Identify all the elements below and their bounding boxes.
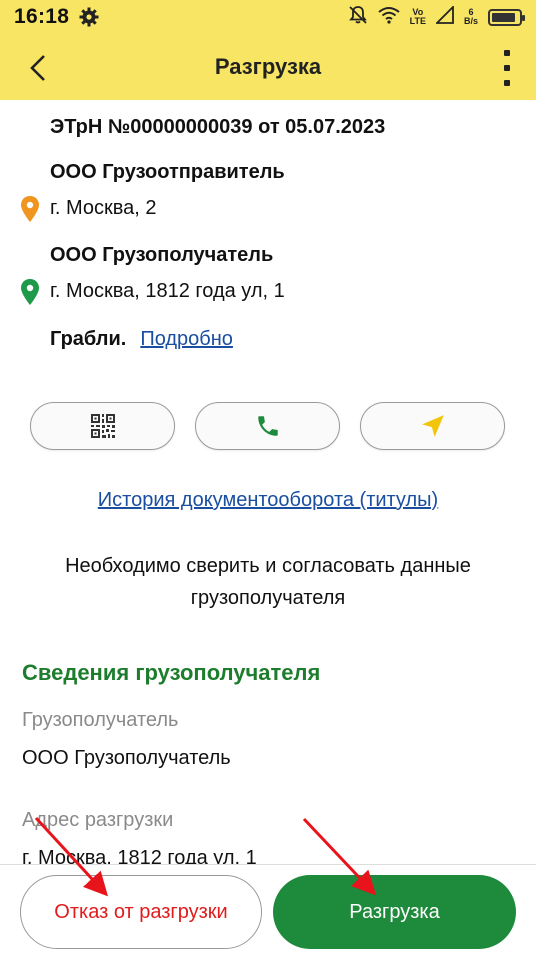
status-time: 16:18 — [14, 5, 70, 28]
sender-name: ООО Грузоотправитель — [50, 161, 285, 183]
more-menu-button[interactable] — [500, 50, 514, 86]
receiver-address: г. Москва, 1812 года ул, 1 — [50, 280, 285, 302]
cargo-name: Грабли. — [50, 328, 127, 350]
signal-icon — [434, 4, 454, 29]
chevron-left-icon — [30, 55, 45, 81]
app-bar: Разгрузка — [0, 34, 536, 100]
settings-gear-icon — [79, 7, 99, 27]
call-button[interactable] — [195, 402, 340, 450]
main-content[interactable]: ЭТрН №00000000039 от 05.07.2023 ООО Груз… — [0, 100, 536, 864]
network-type: Vo LTE — [409, 7, 426, 26]
section-title: Сведения грузополучателя — [22, 660, 321, 685]
document-title: ЭТрН №00000000039 от 05.07.2023 — [50, 116, 386, 138]
notice-text: Необходимо сверить и согласовать данные … — [65, 555, 471, 609]
history-link-wrap: История документооборота (титулы) — [0, 489, 536, 512]
navigation-arrow-icon — [421, 415, 444, 437]
qr-code-icon — [90, 414, 115, 438]
navigate-button[interactable] — [360, 402, 505, 450]
refuse-unloading-button[interactable]: Отказ от разгрузки — [20, 875, 262, 949]
consignee-label: Грузополучатель — [22, 709, 179, 731]
status-bar: 16:18 Vo LTE 6 B/s — [0, 0, 536, 34]
qr-code-button[interactable] — [30, 402, 175, 450]
wifi-icon — [378, 6, 400, 29]
unload-address-value: г. Москва, 1812 года ул, 1 — [22, 847, 257, 864]
back-button[interactable] — [22, 52, 54, 84]
more-vertical-icon — [504, 50, 510, 56]
mute-bell-icon — [348, 5, 368, 30]
network-speed: 6 B/s — [463, 7, 478, 26]
sender-location-pin-icon — [21, 196, 39, 222]
phone-icon — [257, 416, 278, 436]
bottom-action-bar: Отказ от разгрузки Разгрузка — [0, 864, 536, 954]
unload-address-label: Адрес разгрузки — [22, 809, 174, 831]
battery-icon — [488, 8, 525, 26]
cargo-details-link[interactable]: Подробно — [140, 328, 233, 351]
unload-button[interactable]: Разгрузка — [273, 875, 516, 949]
document-history-link[interactable]: История документооборота (титулы) — [98, 489, 438, 511]
receiver-location-pin-icon — [21, 279, 39, 305]
consignee-value: ООО Грузополучатель — [22, 747, 231, 769]
page-title: Разгрузка — [214, 54, 322, 79]
battery-level — [492, 12, 515, 22]
receiver-name: ООО Грузополучатель — [50, 244, 274, 266]
sender-address: г. Москва, 2 — [50, 197, 157, 219]
cargo-row: Грабли. Подробно — [50, 328, 233, 351]
